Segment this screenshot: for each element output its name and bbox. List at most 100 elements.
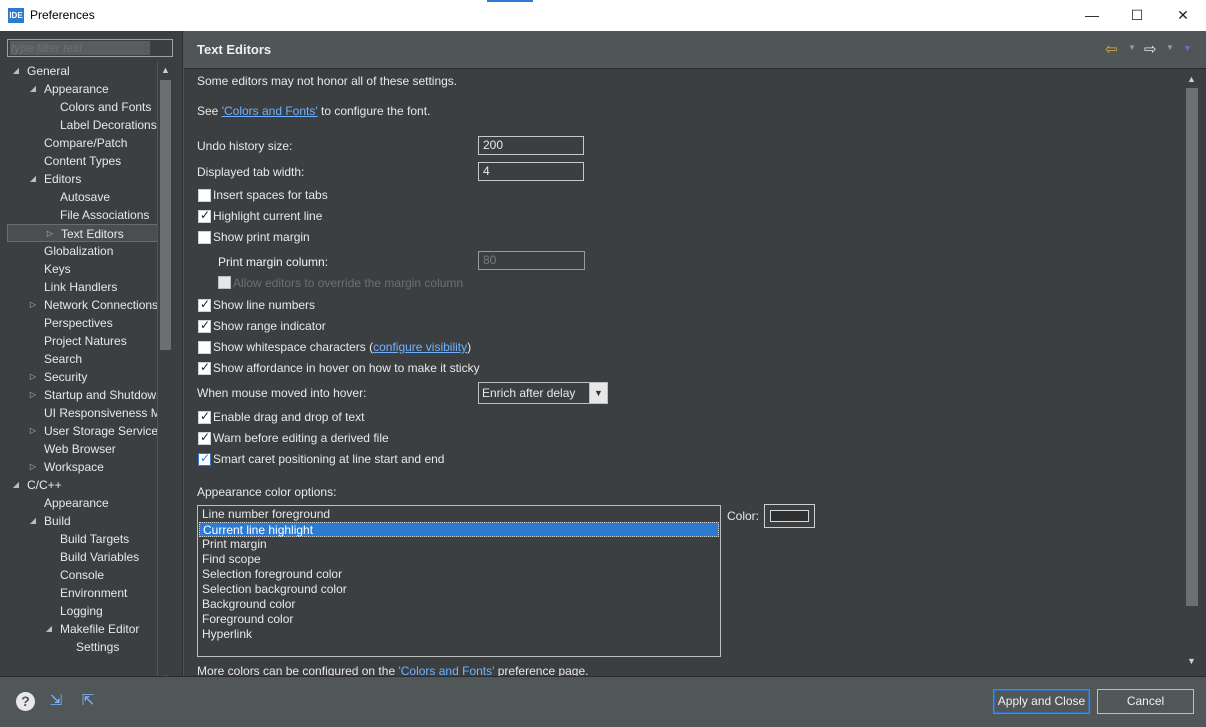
tree-item[interactable]: Colors and Fonts <box>7 98 157 116</box>
warn-derived-checkbox[interactable] <box>198 430 211 445</box>
page-scroll-down-icon[interactable]: ▼ <box>1184 654 1199 669</box>
collapsed-twisty-icon[interactable]: ▷ <box>28 422 38 440</box>
hover-select[interactable]: Enrich after delay ▼ <box>478 382 608 404</box>
tree-item[interactable]: Link Handlers <box>7 278 157 296</box>
tree-item[interactable]: Content Types <box>7 152 157 170</box>
import-icon[interactable]: ⇲ <box>45 691 67 711</box>
more-colors-link[interactable]: 'Colors and Fonts' <box>398 664 494 676</box>
print-margin-column-input[interactable]: 80 <box>478 251 585 270</box>
tree-item[interactable]: ▷ Text Editors <box>7 224 157 242</box>
smart-caret-checkbox[interactable] <box>198 451 211 466</box>
color-option-item[interactable]: Find scope <box>199 552 719 567</box>
forward-dropdown-icon[interactable]: ▼ <box>1166 43 1174 52</box>
scroll-up-icon[interactable]: ▲ <box>158 63 173 78</box>
highlight-line-checkbox[interactable] <box>198 208 211 223</box>
expanded-twisty-icon[interactable]: ◢ <box>44 620 54 638</box>
preferences-tree[interactable]: ◢ General ◢ Appearance Colors and Fonts Label… <box>7 62 157 688</box>
cancel-button[interactable]: Cancel <box>1097 689 1194 714</box>
page-header: Text Editors ⇦ ▼ ⇨ ▼ ▼ <box>184 31 1206 69</box>
collapsed-twisty-icon[interactable]: ▷ <box>28 386 38 404</box>
color-option-item[interactable]: Selection background color <box>199 582 719 597</box>
help-icon[interactable]: ? <box>16 692 35 711</box>
tree-item[interactable]: Perspectives <box>7 314 157 332</box>
page-vertical-scrollbar[interactable]: ▲ ▼ <box>1184 72 1200 670</box>
tree-item[interactable]: ▷ Network Connections <box>7 296 157 314</box>
tree-item[interactable]: ◢ Makefile Editor <box>7 620 157 638</box>
tree-item[interactable]: ▷ Workspace <box>7 458 157 476</box>
undo-history-input[interactable]: 200 <box>478 136 584 155</box>
tree-item[interactable]: Settings <box>7 638 157 656</box>
tree-item[interactable]: Autosave <box>7 188 157 206</box>
tree-item[interactable]: Search <box>7 350 157 368</box>
expanded-twisty-icon[interactable]: ◢ <box>28 80 38 98</box>
tree-item[interactable]: Build Variables <box>7 548 157 566</box>
page-scroll-up-icon[interactable]: ▲ <box>1184 72 1199 87</box>
show-print-margin-checkbox[interactable] <box>198 231 211 244</box>
tree-item[interactable]: ◢ General <box>7 62 157 80</box>
minimize-button[interactable]: — <box>1069 0 1115 31</box>
tree-item[interactable]: Web Browser <box>7 440 157 458</box>
collapsed-twisty-icon[interactable]: ▷ <box>45 225 55 243</box>
configure-visibility-link[interactable]: configure visibility <box>373 340 467 354</box>
tree-item[interactable]: Build Targets <box>7 530 157 548</box>
back-dropdown-icon[interactable]: ▼ <box>1128 43 1136 52</box>
tree-item[interactable]: ◢ Appearance <box>7 80 157 98</box>
tree-item[interactable]: ▷ User Storage Service <box>7 422 157 440</box>
color-option-item[interactable]: Hyperlink <box>199 627 719 642</box>
color-options-list[interactable]: Line number foreground Current line highl… <box>197 505 721 657</box>
tree-item[interactable]: ▷ Security <box>7 368 157 386</box>
insert-spaces-checkbox[interactable] <box>198 189 211 202</box>
tab-width-input[interactable]: 4 <box>478 162 584 181</box>
maximize-button[interactable]: ☐ <box>1114 0 1160 31</box>
tree-item[interactable]: File Associations <box>7 206 157 224</box>
view-menu-icon[interactable]: ▼ <box>1183 43 1192 53</box>
tree-item-label: Workspace <box>44 460 104 474</box>
chevron-down-icon[interactable]: ▼ <box>589 383 607 403</box>
export-icon[interactable]: ⇱ <box>77 691 99 711</box>
colors-and-fonts-link[interactable]: 'Colors and Fonts' <box>222 104 318 118</box>
color-option-item[interactable]: Line number foreground <box>199 507 719 522</box>
expanded-twisty-icon[interactable]: ◢ <box>28 512 38 530</box>
collapsed-twisty-icon[interactable]: ▷ <box>28 296 38 314</box>
tree-item[interactable]: ◢ C/C++ <box>7 476 157 494</box>
show-line-numbers-checkbox[interactable] <box>198 297 211 312</box>
color-option-item[interactable]: Current line highlight <box>199 522 719 537</box>
tree-item[interactable]: Appearance <box>7 494 157 512</box>
close-button[interactable]: ✕ <box>1160 0 1206 31</box>
tree-item[interactable]: Logging <box>7 602 157 620</box>
filter-input[interactable]: type filter text <box>7 39 173 57</box>
tree-item[interactable]: Keys <box>7 260 157 278</box>
collapsed-twisty-icon[interactable]: ▷ <box>28 368 38 386</box>
tree-item[interactable]: Console <box>7 566 157 584</box>
collapsed-twisty-icon[interactable]: ▷ <box>28 458 38 476</box>
tree-item[interactable]: Globalization <box>7 242 157 260</box>
tree-item[interactable]: ◢ Build <box>7 512 157 530</box>
tree-item[interactable]: Project Natures <box>7 332 157 350</box>
tree-item[interactable]: ◢ Editors <box>7 170 157 188</box>
tree-item[interactable]: Compare/Patch <box>7 134 157 152</box>
show-affordance-checkbox[interactable] <box>198 360 211 375</box>
expanded-twisty-icon[interactable]: ◢ <box>11 476 21 494</box>
forward-arrow-icon[interactable]: ⇨ <box>1144 40 1157 58</box>
color-option-item[interactable]: Background color <box>199 597 719 612</box>
color-option-item[interactable]: Foreground color <box>199 612 719 627</box>
page-scroll-thumb[interactable] <box>1186 88 1198 606</box>
drag-drop-checkbox[interactable] <box>198 409 211 424</box>
warn-derived-label: Warn before editing a derived file <box>213 431 389 445</box>
tree-item[interactable]: Label Decorations <box>7 116 157 134</box>
tree-scroll-thumb[interactable] <box>160 80 171 350</box>
color-option-item[interactable]: Selection foreground color <box>199 567 719 582</box>
show-range-checkbox[interactable] <box>198 318 211 333</box>
tree-item[interactable]: ▷ Startup and Shutdown <box>7 386 157 404</box>
show-whitespace-checkbox[interactable] <box>198 341 211 354</box>
color-option-item[interactable]: Print margin <box>199 537 719 552</box>
color-picker-button[interactable] <box>764 504 815 528</box>
expanded-twisty-icon[interactable]: ◢ <box>11 62 21 80</box>
back-arrow-icon[interactable]: ⇦ <box>1105 40 1118 58</box>
expanded-twisty-icon[interactable]: ◢ <box>28 170 38 188</box>
apply-and-close-button[interactable]: Apply and Close <box>993 689 1090 714</box>
allow-override-checkbox[interactable] <box>218 276 231 289</box>
tree-vertical-scrollbar[interactable]: ▲ ▼ <box>157 62 172 688</box>
tree-item[interactable]: Environment <box>7 584 157 602</box>
tree-item[interactable]: UI Responsiveness Monitoring <box>7 404 157 422</box>
